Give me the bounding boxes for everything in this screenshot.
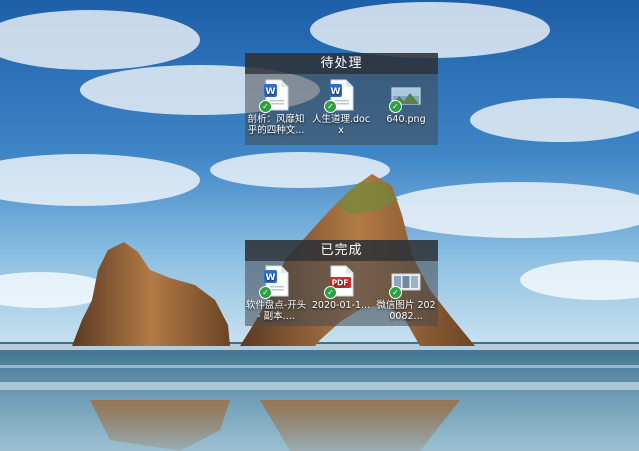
file-name: 人生道理.docx bbox=[311, 114, 371, 136]
desktop-file-item[interactable]: W ✓ 人生道理.docx bbox=[310, 79, 372, 136]
image-thumbnail-icon: ✓ bbox=[389, 79, 421, 113]
sync-check-icon: ✓ bbox=[259, 100, 272, 113]
pdf-icon: PDF ✓ bbox=[324, 265, 356, 299]
desktop-file-item[interactable]: ✓ 微信图片 2020082... bbox=[375, 265, 437, 322]
word-doc-icon: W ✓ bbox=[324, 79, 356, 113]
sync-check-icon: ✓ bbox=[389, 286, 402, 299]
sync-check-icon: ✓ bbox=[324, 100, 337, 113]
fence-completed: 已完成 W ✓ 软件盘点-开头 - 副本.... PDF ✓ 2020-01-1… bbox=[245, 240, 438, 326]
word-doc-icon: W ✓ bbox=[259, 79, 291, 113]
fence-pending: 待处理 W ✓ 剖析：风靡知乎的四种文... W ✓ 人生道理.docx ✓ 6… bbox=[245, 53, 438, 145]
image-thumbnail-icon: ✓ bbox=[389, 265, 421, 299]
word-doc-icon: W ✓ bbox=[259, 265, 291, 299]
fence-title[interactable]: 已完成 bbox=[245, 240, 438, 261]
desktop-file-item[interactable]: ✓ 640.png bbox=[375, 79, 437, 125]
file-name: 剖析：风靡知乎的四种文... bbox=[247, 114, 305, 136]
fence-title[interactable]: 待处理 bbox=[245, 53, 438, 74]
desktop-file-item[interactable]: PDF ✓ 2020-01-1... bbox=[310, 265, 372, 311]
svg-text:W: W bbox=[266, 273, 276, 283]
desktop-file-item[interactable]: W ✓ 剖析：风靡知乎的四种文... bbox=[245, 79, 307, 136]
svg-text:W: W bbox=[266, 87, 276, 97]
sync-check-icon: ✓ bbox=[324, 286, 337, 299]
sync-check-icon: ✓ bbox=[259, 286, 272, 299]
desktop-file-item[interactable]: W ✓ 软件盘点-开头 - 副本.... bbox=[245, 265, 307, 322]
svg-text:W: W bbox=[331, 87, 341, 97]
file-name: 640.png bbox=[386, 114, 426, 125]
sync-check-icon: ✓ bbox=[389, 100, 402, 113]
file-name: 软件盘点-开头 - 副本.... bbox=[245, 300, 307, 322]
file-name: 2020-01-1... bbox=[311, 300, 371, 311]
file-name: 微信图片 2020082... bbox=[376, 300, 436, 322]
